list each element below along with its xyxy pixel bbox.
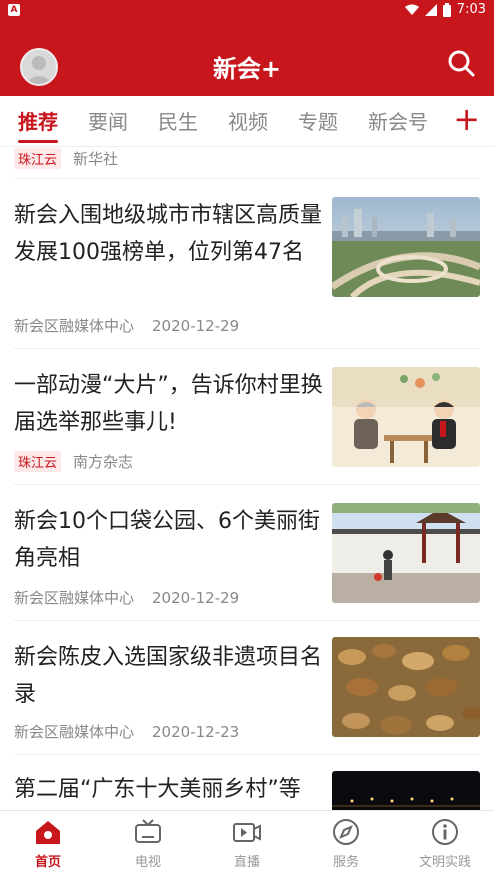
tv-icon — [133, 817, 163, 847]
status-bar: A 7:03 — [0, 0, 494, 22]
battery-icon — [442, 2, 451, 17]
article-title: 新会陈皮入选国家级非遗项目名录 — [14, 645, 323, 707]
cartoon-image — [332, 367, 480, 467]
nav-label: 电视 — [134, 855, 161, 870]
active-tab-indicator — [18, 140, 58, 143]
category-tabs: 推荐 要闻 民生 视频 专题 新会号 + — [0, 96, 494, 147]
notification-icon: A — [8, 4, 20, 16]
nav-label: 直播 — [233, 855, 260, 870]
tab-recommend[interactable]: 推荐 — [18, 106, 58, 135]
nav-live[interactable]: 直播 — [207, 817, 287, 870]
article-date: 2020-12-23 — [152, 722, 240, 741]
tab-topics[interactable]: 专题 — [298, 106, 338, 135]
nav-label: 服务 — [332, 855, 359, 870]
source-name: 新会区融媒体中心 — [14, 723, 135, 741]
news-list: 珠江云 新华社 新会入围地级城市市辖区高质量发展100强榜单，位列第47名 新会… — [0, 146, 494, 810]
tab-news[interactable]: 要闻 — [88, 106, 128, 135]
nav-label: 文明实践 — [418, 855, 471, 870]
info-icon — [430, 817, 460, 847]
home-icon — [33, 817, 63, 847]
list-item[interactable]: 第二届“广东十大美丽乡村”等 — [14, 754, 480, 810]
bottom-navigation: 首页 电视 直播 服务 文明实践 — [0, 810, 494, 879]
article-title: 新会10个口袋公园、6个美丽街角亮相 — [14, 509, 320, 571]
source-name: 新会区融媒体中心 — [14, 589, 135, 607]
source-name: 新华社 — [73, 150, 119, 168]
wifi-icon — [404, 4, 419, 15]
source-tag: 珠江云 — [14, 148, 62, 169]
tab-xinhui-account[interactable]: 新会号 — [368, 106, 428, 135]
nav-label: 首页 — [34, 855, 61, 870]
live-icon — [232, 817, 262, 847]
list-item[interactable]: 新会入围地级城市市辖区高质量发展100强榜单，位列第47名 新会区融媒体中心 2… — [14, 178, 480, 349]
article-title: 新会入围地级城市市辖区高质量发展100强榜单，位列第47名 — [14, 203, 323, 265]
night-lights-image — [332, 771, 480, 810]
nav-home[interactable]: 首页 — [8, 817, 88, 870]
list-item[interactable]: 珠江云 新华社 — [14, 146, 480, 178]
source-name: 新会区融媒体中心 — [14, 317, 135, 335]
park-image — [332, 503, 480, 603]
status-time: 7:03 — [456, 2, 486, 17]
list-item[interactable]: 新会10个口袋公园、6个美丽街角亮相 新会区融媒体中心 2020-12-29 — [14, 484, 480, 621]
app-bar: 新会+ — [0, 22, 494, 96]
add-channel-button[interactable]: + — [453, 101, 480, 137]
source-name: 南方杂志 — [73, 453, 134, 471]
list-item[interactable]: 一部动漫“大片”，告诉你村里换届选举那些事儿! 珠江云 南方杂志 — [14, 348, 480, 485]
tab-video[interactable]: 视频 — [228, 106, 268, 135]
article-date: 2020-12-29 — [152, 316, 240, 335]
article-date: 2020-12-29 — [152, 588, 240, 607]
source-tag: 珠江云 — [14, 451, 62, 472]
dried-peel-image — [332, 637, 480, 737]
signal-icon — [424, 3, 437, 16]
article-title: 一部动漫“大片”，告诉你村里换届选举那些事儿! — [14, 373, 323, 435]
city-aerial-image — [332, 197, 480, 297]
plus-icon: + — [453, 100, 480, 138]
nav-civilization-practice[interactable]: 文明实践 — [405, 817, 485, 870]
list-item[interactable]: 新会陈皮入选国家级非遗项目名录 新会区融媒体中心 2020-12-23 — [14, 620, 480, 755]
tab-livelihood[interactable]: 民生 — [158, 106, 198, 135]
nav-tv[interactable]: 电视 — [108, 817, 188, 870]
search-icon — [448, 50, 475, 77]
compass-icon — [331, 817, 361, 847]
app-title: 新会+ — [212, 55, 282, 83]
article-title: 第二届“广东十大美丽乡村”等 — [14, 777, 301, 802]
search-button[interactable] — [446, 48, 476, 78]
nav-services[interactable]: 服务 — [306, 817, 386, 870]
